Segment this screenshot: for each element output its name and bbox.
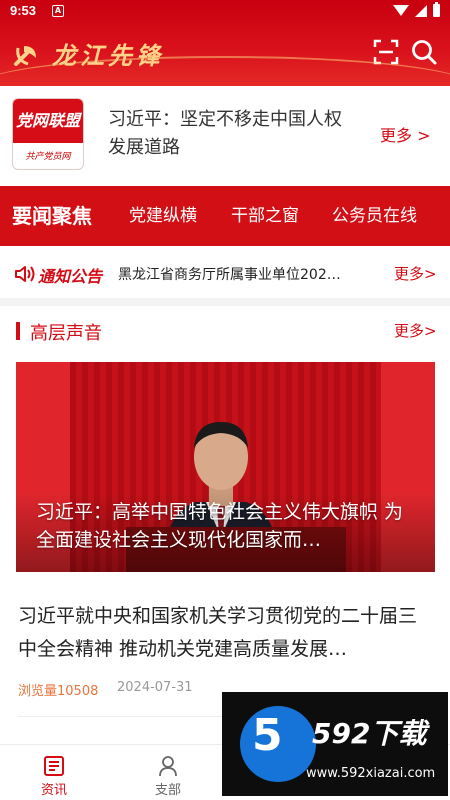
status-bar: 9:53 A [0, 0, 450, 24]
tab-party-building[interactable]: 党建纵横 [129, 186, 197, 246]
party-net-logo-sub: 共产党员网 [25, 152, 71, 162]
party-net-logo: 党网联盟 共产党员网 [12, 98, 84, 170]
nav-item-news[interactable]: 资讯 [24, 745, 84, 800]
top-news-more-link[interactable]: 更多 > [380, 122, 431, 146]
top-news-title[interactable]: 习近平：坚定不移走中国人权发展道路 [108, 106, 358, 162]
article-views: 浏览量10508 [18, 684, 99, 699]
party-net-logo-text: 党网联盟 [13, 99, 83, 143]
party-emblem-icon [14, 45, 36, 66]
feature-caption[interactable]: 习近平：高举中国特色社会主义伟大旗帜 为全面建设社会主义现代化国家而… [36, 498, 408, 554]
notice-more-link[interactable]: 更多> [394, 263, 437, 284]
article-title[interactable]: 习近平就中央和国家机关学习贯彻党的二十届三中全会精神 推动机关党建高质量发展… [18, 600, 432, 666]
article-date: 2024-07-31 [117, 680, 193, 695]
app-title: 龙江先锋 [52, 41, 164, 70]
speaker-icon [15, 266, 35, 282]
feature-image-card[interactable]: 习近平：高举中国特色社会主义伟大旗帜 为全面建设社会主义现代化国家而… [16, 362, 435, 572]
status-indicators [393, 2, 440, 17]
watermark-brand: 592下载 [312, 717, 427, 750]
status-time: 9:53 [10, 3, 37, 18]
section-separator [0, 298, 450, 306]
notice-text[interactable]: 黑龙江省商务厅所属事业单位202… [118, 264, 373, 284]
tab-cadre-window[interactable]: 干部之窗 [231, 186, 299, 246]
scan-icon[interactable] [372, 38, 400, 66]
nav-label-branch: 支部 [154, 783, 181, 798]
nav-item-branch[interactable]: 支部 [138, 745, 198, 800]
news-icon [44, 756, 64, 776]
section-title: 高层声音 [30, 323, 102, 344]
battery-icon [433, 2, 440, 17]
watermark-url: www.592xiazai.com [306, 766, 436, 781]
section-more-link[interactable]: 更多> [394, 320, 437, 341]
nav-label-news: 资讯 [40, 783, 67, 798]
wifi-icon [393, 5, 409, 16]
search-icon[interactable] [410, 38, 438, 66]
section-accent-bar [16, 322, 20, 340]
tab-news-focus[interactable]: 要闻聚焦 [12, 186, 92, 246]
watermark-digit: 5 [252, 710, 283, 761]
tab-civil-servant[interactable]: 公务员在线 [332, 186, 417, 246]
notification-icon: A [52, 5, 64, 17]
branch-icon [159, 756, 177, 777]
app-logo: 龙江先锋 [10, 36, 164, 71]
signal-icon [415, 4, 427, 17]
section-header: 高层声音 更多> [0, 316, 450, 348]
notice-label: 通知公告 [38, 267, 103, 286]
top-news-card[interactable]: 党网联盟 共产党员网 习近平：坚定不移走中国人权发展道路 更多 > [0, 92, 450, 176]
notice-bar[interactable]: 通知公告 黑龙江省商务厅所属事业单位202… 更多> [0, 250, 450, 296]
app-header: 9:53 A 龙江先锋 [0, 0, 450, 86]
site-watermark: 5 592下载 www.592xiazai.com [222, 692, 448, 796]
category-tabs: 要闻聚焦 党建纵横 干部之窗 公务员在线 [0, 186, 450, 246]
